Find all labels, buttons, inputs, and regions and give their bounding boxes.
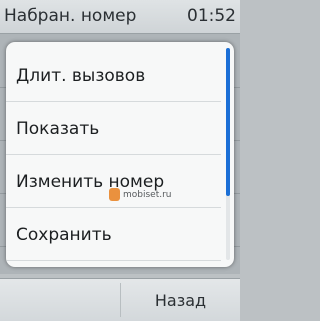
softkey-bar: Назад [0, 278, 240, 321]
back-softkey-label: Назад [154, 290, 207, 310]
options-popup-menu: Длит. вызовов Показать Изменить номер Со… [6, 42, 234, 267]
menu-item-save[interactable]: Сохранить [6, 209, 221, 261]
status-bar: Набран. номер 01:52 [0, 0, 240, 34]
status-clock: 01:52 [187, 6, 236, 26]
back-softkey[interactable]: Назад [121, 279, 240, 321]
menu-item-label: Показать [16, 118, 100, 139]
watermark-logo-icon [109, 188, 120, 201]
menu-item-call-duration[interactable]: Длит. вызовов [6, 50, 221, 102]
menu-item-label: Сохранить [16, 224, 112, 245]
menu-item-show[interactable]: Показать [6, 103, 221, 155]
status-title: Набран. номер [4, 6, 137, 26]
watermark-text: mobiset.ru [123, 189, 172, 200]
menu-item-label: Длит. вызовов [16, 65, 146, 86]
menu-scrollbar[interactable] [226, 48, 230, 260]
scrollbar-thumb[interactable] [226, 48, 230, 196]
watermark: mobiset.ru [109, 188, 172, 201]
